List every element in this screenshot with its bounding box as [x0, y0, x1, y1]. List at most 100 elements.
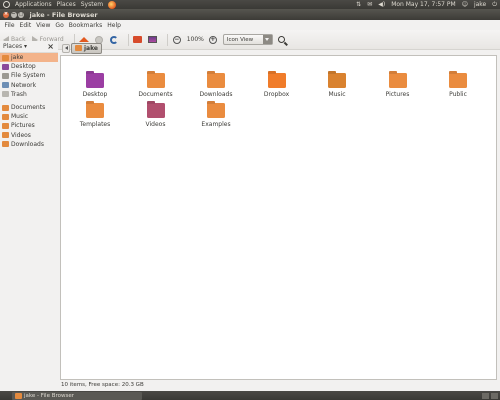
file-item-label: Desktop [82, 91, 108, 98]
sidebar-item-label: Documents [11, 104, 46, 112]
sidebar-item-label: Desktop [11, 63, 36, 71]
sidebar-title: Places [3, 43, 23, 50]
file-item-label: Examples [201, 121, 231, 128]
sidebar-header[interactable]: Places ▾ × [0, 41, 58, 53]
file-item-templates[interactable]: Templates [65, 103, 125, 128]
folder-icon [86, 73, 104, 88]
sidebar-item-downloads[interactable]: Downloads [0, 140, 58, 149]
home-folder-icon [75, 45, 82, 51]
workspace-1[interactable] [482, 392, 489, 399]
volume-icon[interactable]: ◀) [378, 1, 385, 8]
ubuntu-logo-icon[interactable] [3, 1, 10, 8]
folder-icon [449, 73, 467, 88]
sidebar-item-videos[interactable]: Videos [0, 131, 58, 140]
menu-file[interactable]: File [2, 22, 17, 29]
clock[interactable]: Mon May 17, 7:57 PM [391, 1, 456, 8]
pictures-icon [2, 122, 9, 129]
file-item-music[interactable]: Music [307, 73, 367, 98]
menu-go[interactable]: Go [53, 22, 66, 29]
network-icon [2, 82, 9, 89]
file-item-public[interactable]: Public [428, 73, 488, 98]
videos-icon [2, 132, 9, 139]
menu-places[interactable]: Places [57, 1, 76, 8]
menubar: File Edit View Go Bookmarks Help [0, 20, 500, 30]
music-icon [2, 113, 9, 120]
sidebar-list: jake Desktop File System Network Trash Docume… [0, 53, 58, 149]
folder-icon [267, 73, 286, 88]
path-button-home[interactable]: jake [71, 42, 103, 54]
file-item-label: Videos [145, 121, 166, 128]
folder-icon [146, 103, 165, 118]
trash-icon [2, 91, 9, 98]
top-panel: Applications Places System ⇅ ✉ ◀) Mon Ma… [0, 0, 500, 9]
menu-help[interactable]: Help [105, 22, 124, 29]
workspace-switcher[interactable] [482, 392, 500, 399]
folder-icon [146, 73, 165, 88]
file-view[interactable]: Desktop Documents Downloads Dropbox Music Pic… [60, 55, 497, 380]
file-item-videos[interactable]: Videos [126, 103, 186, 128]
file-item-pictures[interactable]: Pictures [368, 73, 428, 98]
sidebar-item-trash[interactable]: Trash [0, 90, 58, 99]
trash-icon[interactable] [491, 392, 498, 399]
maximize-window-button[interactable]: □ [18, 11, 24, 18]
window-title: jake - File Browser [29, 10, 98, 19]
downloads-icon [2, 141, 9, 148]
file-item-examples[interactable]: Examples [186, 103, 246, 128]
sidebar-item-jake[interactable]: jake [0, 53, 58, 63]
sidebar-item-label: Downloads [11, 140, 44, 148]
taskbar-window-button[interactable]: jake - File Browser [12, 391, 142, 400]
path-button-label: jake [84, 44, 99, 52]
file-item-label: Downloads [199, 91, 233, 98]
sidebar-item-label: Music [11, 113, 29, 121]
sidebar: Places ▾ × jake Desktop File System Network… [0, 41, 58, 370]
file-item-label: Pictures [385, 91, 410, 98]
status-bar: 10 items, Free space: 20.3 GB [61, 382, 144, 388]
panel-username[interactable]: jake [474, 1, 486, 8]
folder-icon [328, 73, 346, 88]
close-window-button[interactable]: × [3, 11, 9, 18]
folder-icon [207, 73, 225, 88]
file-item-downloads[interactable]: Downloads [186, 73, 246, 98]
menu-edit[interactable]: Edit [17, 22, 34, 29]
bottom-panel: jake - File Browser [0, 391, 500, 400]
menu-system[interactable]: System [81, 1, 103, 8]
menu-applications[interactable]: Applications [15, 1, 52, 8]
documents-icon [2, 104, 9, 111]
taskbar-label: jake - File Browser [24, 392, 74, 399]
menu-view[interactable]: View [34, 22, 53, 29]
folder-icon [86, 103, 104, 118]
close-sidebar-icon[interactable]: × [47, 42, 54, 51]
mail-icon[interactable]: ✉ [367, 1, 372, 8]
sidebar-item-label: Videos [11, 131, 31, 139]
path-scroll-left-button[interactable] [62, 43, 70, 53]
file-item-label: Dropbox [263, 91, 290, 98]
path-bar: jake [60, 41, 500, 55]
sidebar-item-file-system[interactable]: File System [0, 71, 58, 80]
firefox-icon[interactable] [108, 0, 117, 9]
sidebar-item-pictures[interactable]: Pictures [0, 121, 58, 130]
sidebar-item-label: Network [11, 81, 37, 89]
folder-icon [15, 392, 22, 399]
menu-bookmarks[interactable]: Bookmarks [66, 22, 105, 29]
sidebar-item-label: File System [11, 72, 46, 80]
file-item-label: Templates [79, 121, 111, 128]
minimize-window-button[interactable]: − [10, 11, 17, 18]
file-item-label: Music [328, 91, 346, 98]
sidebar-item-network[interactable]: Network [0, 81, 58, 90]
sidebar-item-documents[interactable]: Documents [0, 103, 58, 112]
window-titlebar[interactable]: × − □ jake - File Browser [0, 9, 500, 20]
folder-icon [207, 103, 225, 118]
sidebar-item-desktop[interactable]: Desktop [0, 62, 58, 71]
user-icon[interactable]: ☺ [462, 1, 468, 8]
sidebar-item-music[interactable]: Music [0, 112, 58, 121]
network-icon[interactable]: ⇅ [356, 1, 361, 8]
sidebar-item-label: jake [11, 54, 24, 62]
file-item-dropbox[interactable]: Dropbox [247, 73, 307, 98]
file-item-label: Documents [138, 91, 173, 98]
jake-icon [2, 54, 9, 61]
power-icon[interactable]: ⏻ [492, 1, 497, 9]
file-item-documents[interactable]: Documents [126, 73, 186, 98]
sidebar-item-label: Pictures [11, 122, 35, 130]
file-item-desktop[interactable]: Desktop [65, 73, 125, 98]
icon-grid: Desktop Documents Downloads Dropbox Music Pic… [61, 56, 496, 379]
